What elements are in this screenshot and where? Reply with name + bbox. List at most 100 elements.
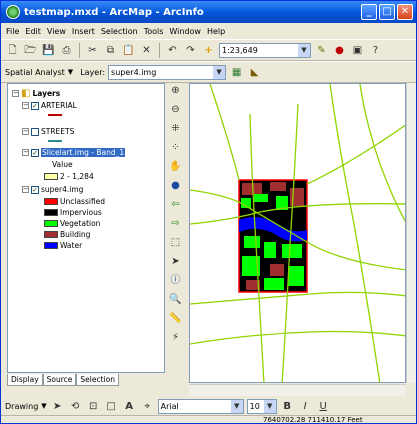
collapse-icon[interactable]: −: [22, 128, 29, 135]
paste-icon[interactable]: 📋: [121, 43, 136, 58]
map-canvas[interactable]: [190, 84, 406, 383]
menu-edit[interactable]: Edit: [25, 27, 41, 36]
redo-icon[interactable]: ↷: [183, 43, 198, 58]
back-extent-icon[interactable]: ⇦: [168, 197, 183, 212]
cut-icon[interactable]: ✂: [85, 43, 100, 58]
layer-label: Layer:: [80, 67, 106, 77]
tab-source[interactable]: Source: [42, 374, 77, 386]
zoom-in-icon[interactable]: ⊕: [168, 83, 183, 98]
select-features-icon[interactable]: ⬚: [168, 235, 183, 250]
toc-layer-arterial[interactable]: − ✓ ARTERIAL: [22, 101, 77, 110]
map-horizontal-scrollbar[interactable]: [189, 384, 406, 396]
find-icon[interactable]: 🔍: [168, 292, 183, 307]
collapse-icon[interactable]: −: [22, 186, 29, 193]
toc-layer-slicelart[interactable]: − ✓ Slicelart.img - Band_1: [22, 148, 126, 157]
chevron-down-icon[interactable]: ▼: [213, 65, 226, 79]
menu-view[interactable]: View: [47, 27, 66, 36]
scale-combo[interactable]: 1:23,649 ▼: [219, 42, 311, 58]
add-data-icon[interactable]: +: [201, 43, 216, 58]
open-folder-icon[interactable]: 🗁: [23, 43, 38, 58]
legend-entry: 2 - 1,284: [44, 172, 94, 181]
fixed-zoom-in-icon[interactable]: ⁜: [168, 121, 183, 136]
help-icon[interactable]: ?: [368, 43, 383, 58]
pan-icon[interactable]: ✋: [168, 159, 183, 174]
layers-root[interactable]: − ◧ Layers: [12, 88, 60, 99]
layer-checkbox[interactable]: [31, 127, 39, 136]
underline-button[interactable]: U: [316, 399, 331, 414]
copy-icon[interactable]: ⧉: [103, 43, 118, 58]
delete-icon[interactable]: ✕: [139, 43, 154, 58]
collapse-icon[interactable]: −: [22, 149, 29, 156]
toc-layer-super4[interactable]: − ✓ super4.img: [22, 185, 83, 194]
new-document-icon[interactable]: 🗋: [5, 43, 20, 58]
arterial-symbol: [48, 114, 62, 116]
layer-name: Slicelart.img - Band_1: [41, 148, 126, 157]
layer-checkbox[interactable]: ✓: [31, 101, 39, 110]
status-bar: 7640702.28 711410.17 Feet: [1, 415, 416, 423]
layer-combo[interactable]: super4.img ▼: [108, 64, 227, 80]
save-icon[interactable]: 💾: [41, 43, 56, 58]
standard-toolbar: 🗋 🗁 💾 ⎙ ✂ ⧉ 📋 ✕ ↶ ↷ + 1:23,649 ▼ ✎ ● ▣ ?: [1, 39, 416, 61]
tab-display[interactable]: Display: [7, 374, 43, 386]
undo-icon[interactable]: ↶: [165, 43, 180, 58]
legend-entry: Unclassified: [44, 197, 105, 206]
chevron-down-icon[interactable]: ▼: [68, 68, 73, 76]
close-button[interactable]: ✕: [397, 4, 413, 20]
font-size-combo[interactable]: 10 ▼: [246, 398, 277, 414]
layer-checkbox[interactable]: ✓: [31, 185, 39, 194]
text-icon[interactable]: A: [122, 399, 137, 414]
menu-file[interactable]: File: [6, 27, 19, 36]
legend-swatch: [44, 209, 58, 216]
hyperlink-icon[interactable]: ⚡: [168, 330, 183, 345]
title-bar[interactable]: testmap.mxd - ArcMap - ArcInfo _ □ ✕: [1, 1, 416, 23]
chevron-down-icon[interactable]: ▼: [41, 402, 46, 410]
toc-layer-streets[interactable]: − STREETS: [22, 127, 74, 136]
editor-icon[interactable]: ✎: [314, 43, 329, 58]
select-elements-icon[interactable]: ➤: [168, 254, 183, 269]
chevron-down-icon[interactable]: ▼: [230, 399, 243, 413]
chevron-down-icon[interactable]: ▼: [298, 43, 310, 57]
minimize-button[interactable]: _: [361, 4, 377, 20]
contour-icon[interactable]: ◣: [247, 65, 262, 80]
legend-entry: Water: [44, 241, 82, 250]
menu-window[interactable]: Window: [169, 27, 201, 36]
rotate-icon[interactable]: ⟲: [68, 399, 83, 414]
spatial-analyst-menu[interactable]: Spatial Analyst: [5, 68, 65, 77]
menu-selection[interactable]: Selection: [101, 27, 138, 36]
legend-entry: Building: [44, 230, 90, 239]
zoom-whole-page-icon[interactable]: ⊡: [86, 399, 101, 414]
drawing-menu[interactable]: Drawing: [5, 402, 38, 411]
fixed-zoom-out-icon[interactable]: ⁘: [168, 140, 183, 155]
legend-label: Vegetation: [60, 219, 101, 228]
histogram-icon[interactable]: ▦: [229, 65, 244, 80]
layer-checkbox[interactable]: ✓: [31, 148, 39, 157]
menu-insert[interactable]: Insert: [72, 27, 95, 36]
collapse-icon[interactable]: −: [12, 90, 19, 97]
collapse-icon[interactable]: −: [22, 102, 29, 109]
spatial-analyst-toolbar: Spatial Analyst ▼ Layer: super4.img ▼ ▦ …: [1, 61, 416, 83]
tab-selection[interactable]: Selection: [76, 374, 119, 386]
forward-extent-icon[interactable]: ⇨: [168, 216, 183, 231]
print-icon[interactable]: ⎙: [59, 43, 74, 58]
menu-help[interactable]: Help: [207, 27, 225, 36]
arctoolbox-icon[interactable]: ●: [332, 43, 347, 58]
map-display[interactable]: [189, 83, 406, 383]
edit-vertices-icon[interactable]: ⌖: [140, 399, 155, 414]
select-elements-icon[interactable]: ➤: [50, 399, 65, 414]
full-extent-icon[interactable]: ●: [168, 178, 183, 193]
legend-entry: Impervious: [44, 208, 102, 217]
rectangle-icon[interactable]: □: [104, 399, 119, 414]
chevron-down-icon[interactable]: ▼: [263, 399, 276, 413]
catalog-icon[interactable]: ▣: [350, 43, 365, 58]
legend-label: 2 - 1,284: [60, 172, 94, 181]
streets-symbol: [48, 140, 62, 142]
font-combo[interactable]: Arial ▼: [157, 398, 244, 414]
map-vertical-scrollbar[interactable]: [406, 83, 416, 383]
bold-button[interactable]: B: [280, 399, 295, 414]
zoom-out-icon[interactable]: ⊖: [168, 102, 183, 117]
menu-tools[interactable]: Tools: [144, 27, 164, 36]
maximize-button[interactable]: □: [379, 4, 395, 20]
italic-button[interactable]: I: [298, 399, 313, 414]
measure-icon[interactable]: 📏: [168, 311, 183, 326]
identify-icon[interactable]: ⓘ: [168, 273, 183, 288]
